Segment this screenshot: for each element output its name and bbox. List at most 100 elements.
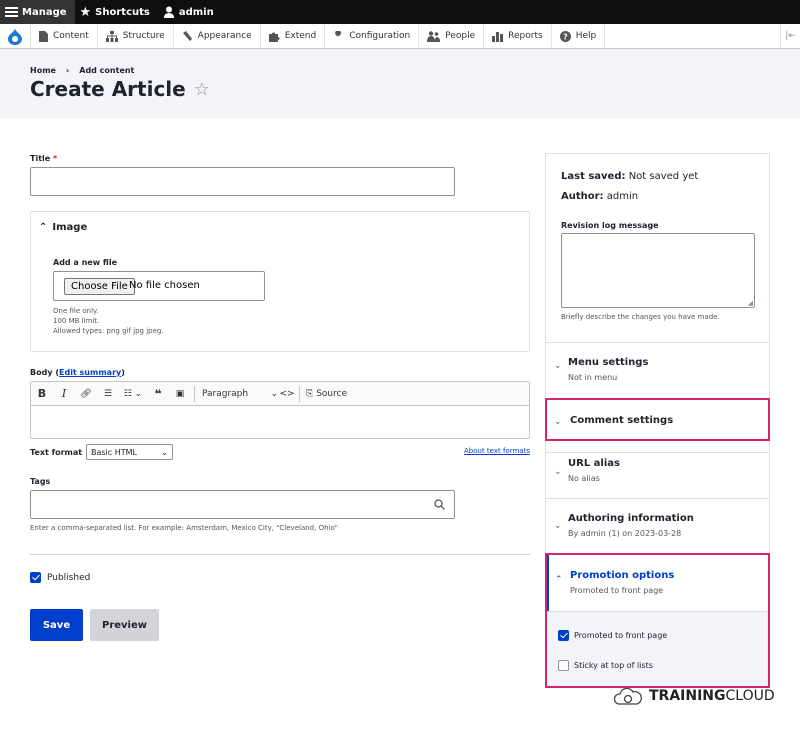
shortcuts-menu[interactable]: ★ Shortcuts xyxy=(75,0,158,24)
file-help-line: 100 MB limit. xyxy=(53,317,100,325)
image-label: Image xyxy=(52,222,88,233)
revision-help: Briefly describe the changes you have ma… xyxy=(561,313,720,321)
admin-tray: Content Structure Appearance Extend Conf… xyxy=(0,24,800,49)
svg-text:?: ? xyxy=(563,32,568,41)
title-label-text: Title xyxy=(30,154,51,163)
revision-label: Revision log message xyxy=(561,221,659,230)
bullet-list-icon[interactable]: ☰ xyxy=(97,389,119,399)
image-toggle[interactable]: ⌃ Image xyxy=(39,222,87,233)
numbered-list-icon[interactable]: ☷ ⌄ xyxy=(119,389,147,399)
drupal-logo-icon[interactable] xyxy=(0,24,31,48)
source-icon: ⎘ xyxy=(306,388,314,399)
brush-icon xyxy=(182,30,192,41)
tray-help[interactable]: ? Help xyxy=(552,24,606,48)
image-icon[interactable]: ▣ xyxy=(169,389,191,399)
star-icon: ★ xyxy=(79,4,92,20)
link-icon[interactable]: 🔗︎ xyxy=(75,389,97,399)
watermark-light: CLOUD xyxy=(725,688,775,704)
comment-settings-highlight xyxy=(545,398,770,441)
tray-configuration[interactable]: Configuration xyxy=(325,24,420,48)
help-icon: ? xyxy=(559,30,571,42)
body-editor: B I 🔗︎ ☰ ☷ ⌄ ❝ ▣ Paragraph ⌄ <> ⎘ Source xyxy=(30,381,530,439)
chevron-down-icon: ⌄ xyxy=(554,361,562,371)
tray-configuration-label: Configuration xyxy=(349,31,411,41)
tray-reports-label: Reports xyxy=(508,31,543,41)
last-saved: Last saved: Not saved yet xyxy=(561,171,698,182)
body-label: Body (Edit summary) xyxy=(30,368,125,377)
user-icon xyxy=(163,6,174,18)
preview-button[interactable]: Preview xyxy=(90,609,159,641)
image-fieldset: ⌃ Image Add a new file Choose File No fi… xyxy=(30,211,530,352)
tray-structure[interactable]: Structure xyxy=(98,24,174,48)
shortcuts-label: Shortcuts xyxy=(95,6,150,18)
save-button[interactable]: Save xyxy=(30,609,83,641)
breadcrumb-separator: › xyxy=(65,66,70,75)
tray-structure-label: Structure xyxy=(122,31,165,41)
title-input[interactable] xyxy=(30,167,455,196)
user-label: admin xyxy=(178,6,214,18)
url-alias-title: URL alias xyxy=(568,458,620,469)
watermark-bold: TRAINING xyxy=(649,688,726,704)
last-saved-label: Last saved: xyxy=(561,171,626,182)
breadcrumb: Home › Add content xyxy=(30,66,134,75)
add-file-label: Add a new file xyxy=(53,258,118,267)
title-label: Title * xyxy=(30,154,57,163)
code-icon[interactable]: <> xyxy=(278,389,296,399)
promotion-options-highlight xyxy=(545,553,770,688)
tray-people-label: People xyxy=(445,31,476,41)
manage-menu[interactable]: Manage xyxy=(0,0,75,24)
user-menu[interactable]: admin xyxy=(158,0,222,24)
divider xyxy=(30,554,530,555)
authoring-title: Authoring information xyxy=(568,513,694,524)
bold-icon[interactable]: B xyxy=(31,387,53,400)
trainingcloud-watermark: TRAINING CLOUD xyxy=(613,686,775,706)
wrench-icon xyxy=(334,30,342,41)
file-help-line: Allowed types: png gif jpg jpeg. xyxy=(53,327,164,335)
no-file-text: No file chosen xyxy=(129,280,200,291)
blockquote-icon[interactable]: ❝ xyxy=(147,387,169,401)
edit-summary-link[interactable]: Edit summary xyxy=(59,368,121,377)
tray-content[interactable]: Content xyxy=(31,24,98,48)
chevron-down-icon: ⌄ xyxy=(161,447,168,457)
tray-reports[interactable]: Reports xyxy=(484,24,552,48)
chevron-down-icon: ⌄ xyxy=(554,467,562,477)
italic-icon[interactable]: I xyxy=(53,387,75,400)
revision-textarea[interactable]: ◢ xyxy=(561,233,755,308)
tray-extend-label: Extend xyxy=(284,31,317,41)
star-outline-icon[interactable]: ☆ xyxy=(194,79,210,100)
authoring-section[interactable]: ⌄ Authoring information By admin (1) on … xyxy=(546,498,769,554)
chevron-down-icon: ⌄ xyxy=(270,388,278,399)
paragraph-dropdown[interactable]: Paragraph ⌄ xyxy=(198,389,278,399)
tray-help-label: Help xyxy=(575,31,597,41)
chevron-up-icon: ⌃ xyxy=(39,222,48,233)
page-title: Create Article xyxy=(30,77,186,101)
about-text-formats-link[interactable]: About text formats xyxy=(464,447,530,455)
text-format-select[interactable]: Basic HTML ⌄ xyxy=(86,444,173,460)
breadcrumb-home[interactable]: Home xyxy=(30,66,56,75)
breadcrumb-add-content[interactable]: Add content xyxy=(79,66,134,75)
author-label: Author: xyxy=(561,191,604,202)
author: Author: admin xyxy=(561,191,638,202)
admin-toolbar: Manage ★ Shortcuts admin xyxy=(0,0,800,24)
resize-handle-icon[interactable]: ◢ xyxy=(748,299,753,307)
tags-input[interactable] xyxy=(30,490,455,519)
url-alias-section[interactable]: ⌄ URL alias No alias xyxy=(546,452,769,498)
tray-extend[interactable]: Extend xyxy=(261,24,326,48)
manage-label: Manage xyxy=(22,6,67,18)
tray-people[interactable]: People xyxy=(419,24,485,48)
published-label: Published xyxy=(47,573,91,583)
file-input[interactable]: Choose File No file chosen xyxy=(53,271,265,301)
choose-file-button[interactable]: Choose File xyxy=(64,278,135,295)
collapse-tray-icon[interactable]: |⇤ xyxy=(780,24,800,48)
file-help: One file only. 100 MB limit. Allowed typ… xyxy=(53,306,164,336)
text-format-value: Basic HTML xyxy=(91,447,137,457)
tray-appearance[interactable]: Appearance xyxy=(174,24,261,48)
url-alias-summary: No alias xyxy=(568,474,600,483)
source-button[interactable]: ⎘ Source xyxy=(303,389,347,399)
tray-appearance-label: Appearance xyxy=(197,31,252,41)
menu-settings-section[interactable]: ⌄ Menu settings Not in menu xyxy=(546,342,769,398)
toolbar-separator xyxy=(299,385,300,402)
published-checkbox[interactable] xyxy=(30,572,41,583)
chevron-down-icon: ⌄ xyxy=(554,521,562,531)
hamburger-icon xyxy=(5,7,18,17)
